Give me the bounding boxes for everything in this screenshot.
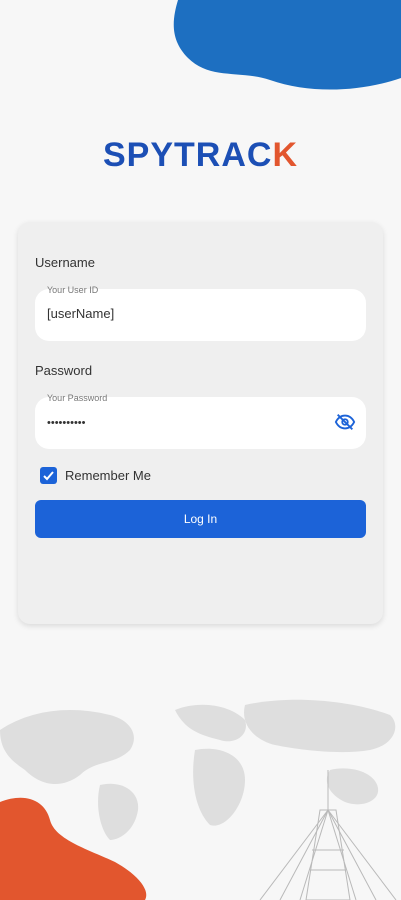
logo-text-main: SPYTRAC xyxy=(102,136,273,174)
checkmark-icon xyxy=(43,471,54,481)
tower-illustration xyxy=(259,770,397,900)
eye-off-icon[interactable] xyxy=(334,411,356,433)
password-field[interactable]: Your Password •••••••••• xyxy=(35,393,366,449)
spytrack-logo: SPYTRACK xyxy=(0,136,401,175)
remember-me-row[interactable]: Remember Me xyxy=(40,467,151,484)
password-caption: Your Password xyxy=(47,393,108,403)
login-card: Username Your User ID [userName] Passwor… xyxy=(18,222,383,624)
remember-me-label: Remember Me xyxy=(65,468,151,483)
login-button[interactable]: Log In xyxy=(35,500,366,538)
top-blue-blob xyxy=(173,0,401,90)
username-label: Username xyxy=(35,255,95,270)
logo-text-accent: K xyxy=(272,136,299,174)
bottom-orange-blob xyxy=(0,797,147,900)
username-field[interactable]: Your User ID [userName] xyxy=(35,285,366,341)
username-caption: Your User ID xyxy=(47,285,99,295)
password-label: Password xyxy=(35,363,93,378)
password-value[interactable]: •••••••••• xyxy=(47,417,86,429)
username-value[interactable]: [userName] xyxy=(47,306,114,321)
remember-me-checkbox[interactable] xyxy=(40,467,57,484)
